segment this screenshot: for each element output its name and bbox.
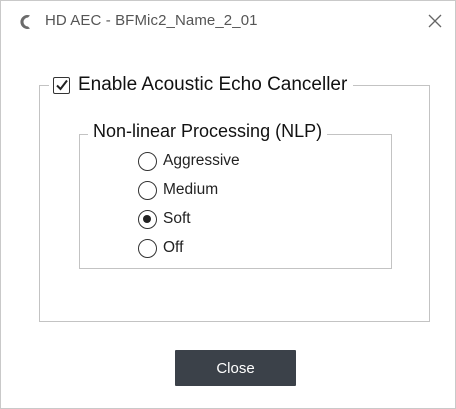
nlp-option-medium[interactable]: Medium bbox=[138, 179, 218, 201]
radio-button[interactable] bbox=[138, 238, 157, 258]
nlp-option-label: Medium bbox=[163, 181, 219, 198]
window-title: HD AEC - BFMic2_Name_2_01 bbox=[45, 12, 258, 29]
nlp-option-label: Soft bbox=[163, 210, 191, 227]
crescent-c-icon bbox=[17, 14, 35, 30]
nlp-option-label: Off bbox=[163, 239, 184, 256]
aec-enable-toggle[interactable]: Enable Acoustic Echo Canceller bbox=[49, 70, 354, 100]
nlp-option-off[interactable]: Off bbox=[138, 237, 183, 259]
radio-button[interactable] bbox=[138, 209, 157, 229]
nlp-option-soft[interactable]: Soft bbox=[138, 208, 191, 230]
dialog-window: HD AEC - BFMic2_Name_2_01 Enable Acousti… bbox=[0, 0, 456, 409]
close-icon[interactable] bbox=[425, 11, 445, 31]
aec-enable-label: Enable Acoustic Echo Canceller bbox=[78, 74, 348, 95]
checkmark-icon bbox=[56, 79, 68, 91]
radio-button[interactable] bbox=[138, 151, 157, 171]
close-button[interactable]: Close bbox=[175, 350, 296, 386]
nlp-group-label: Non-linear Processing (NLP) bbox=[88, 121, 328, 142]
title-bar: HD AEC - BFMic2_Name_2_01 bbox=[1, 1, 455, 41]
radio-button[interactable] bbox=[138, 180, 157, 200]
aec-enable-checkbox[interactable] bbox=[53, 76, 70, 94]
nlp-option-label: Aggressive bbox=[163, 152, 240, 169]
nlp-option-aggressive[interactable]: Aggressive bbox=[138, 150, 240, 172]
